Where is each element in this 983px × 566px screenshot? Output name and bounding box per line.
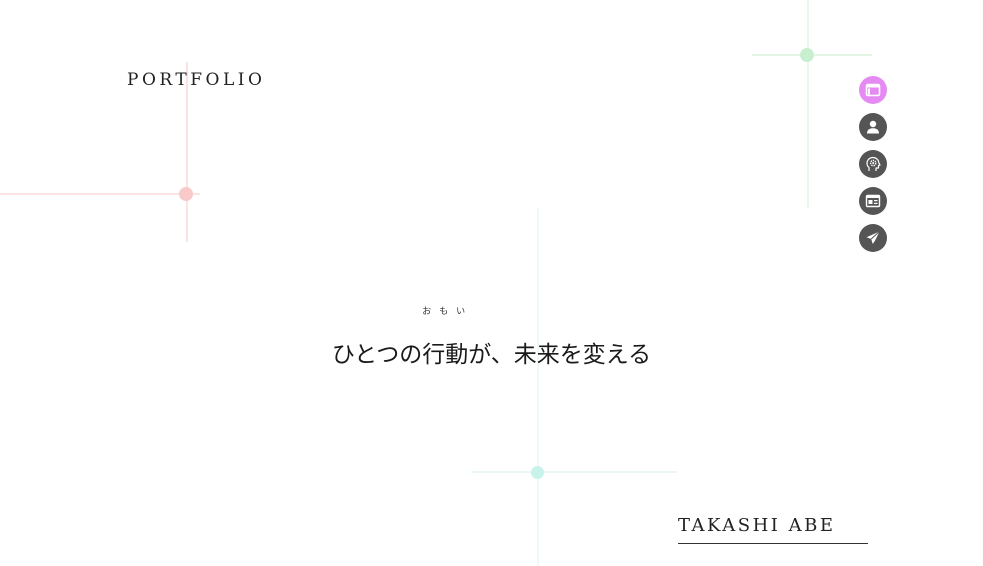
hero-tagline: ひとつの おもい 行動が、未来を変える [0, 308, 983, 368]
nav-item-profile[interactable] [859, 113, 887, 141]
nav-item-skills[interactable] [859, 150, 887, 178]
paper-plane-icon [866, 231, 880, 244]
nav-item-works[interactable] [859, 187, 887, 215]
decorative-dot [800, 48, 814, 62]
nav-item-contact[interactable] [859, 224, 887, 252]
tagline-ruby-base: 行動 [422, 342, 469, 368]
side-navigation [859, 76, 887, 261]
tagline-text-after: が、未来を変える [468, 342, 652, 368]
newspaper-icon [865, 194, 881, 208]
decorative-line-horizontal [0, 193, 200, 195]
tagline-ruby: おもい 行動 [422, 308, 469, 368]
tagline-text-before: ひとつの [331, 342, 423, 368]
decorative-line-horizontal [472, 471, 677, 473]
tagline-ruby-annotation: おもい [422, 307, 474, 317]
user-icon [867, 120, 879, 134]
decorative-dot [531, 466, 544, 479]
decorative-line-vertical [537, 208, 539, 566]
site-logo[interactable]: PORTFOLIO [127, 70, 265, 90]
nav-item-top[interactable] [859, 76, 887, 104]
decorative-line-horizontal [752, 54, 872, 56]
author-name: TAKASHI ABE [678, 515, 868, 544]
decorative-line-vertical [807, 0, 809, 208]
head-gear-icon [866, 156, 881, 171]
decorative-dot [179, 187, 193, 201]
window-icon [865, 83, 881, 97]
